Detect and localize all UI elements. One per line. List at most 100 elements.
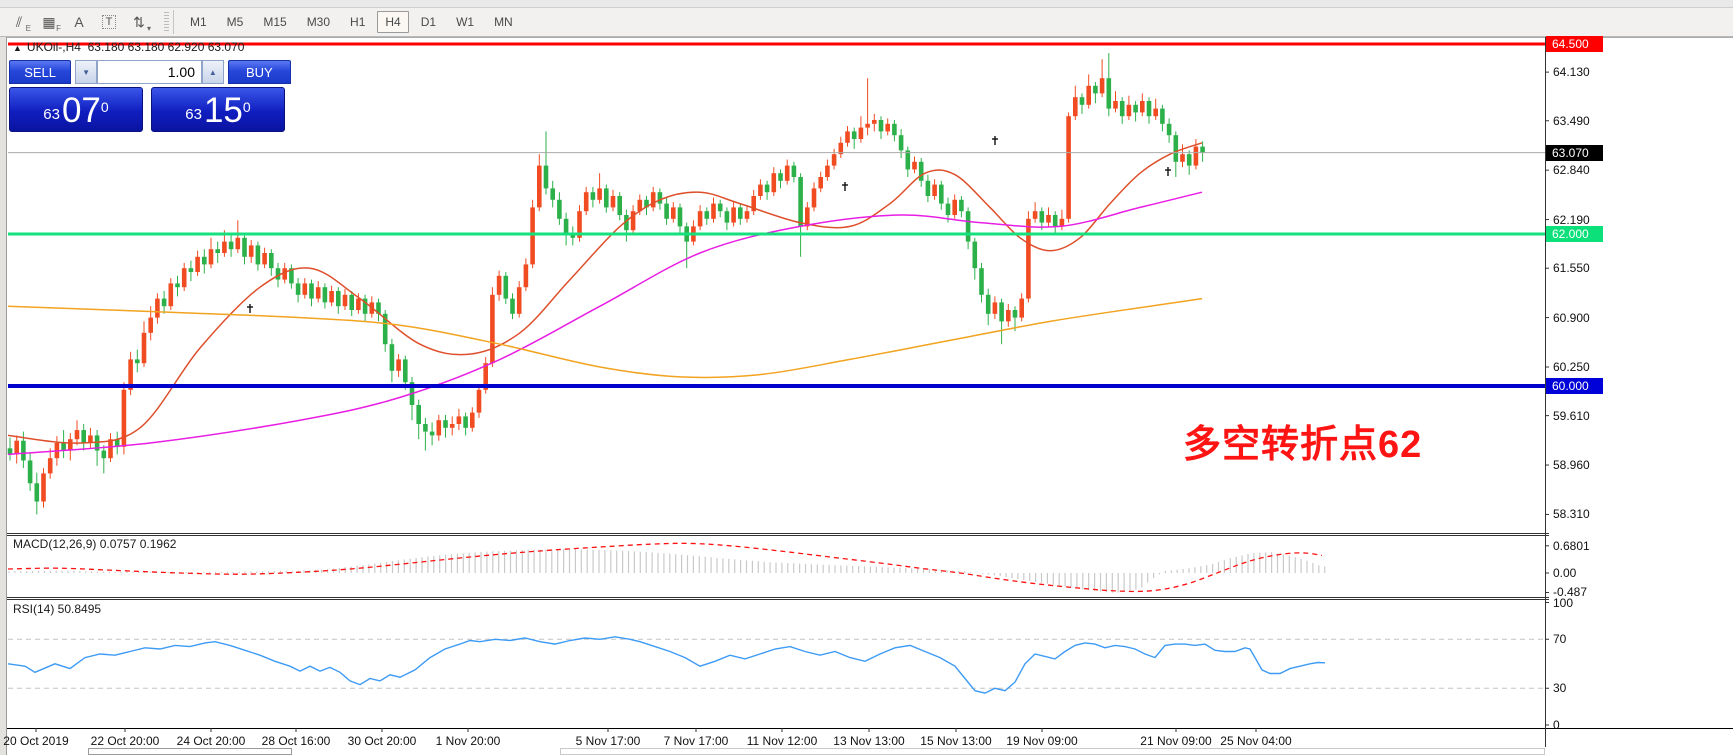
sell-quote-box[interactable]: 63070	[9, 87, 143, 132]
timeframe-button-d1[interactable]: D1	[413, 11, 444, 33]
time-axis-label: 11 Nov 12:00	[747, 734, 818, 748]
candle-body	[1066, 116, 1071, 219]
candle-body	[1187, 154, 1192, 165]
candle-body	[711, 204, 716, 219]
candle-body	[765, 185, 770, 193]
price-axis-label: 60.900	[1553, 311, 1590, 325]
candle-body	[1033, 211, 1038, 219]
candle-body	[75, 430, 80, 439]
buy-quote-box[interactable]: 63150	[151, 87, 285, 132]
candle-body	[671, 207, 676, 218]
candle-body	[517, 287, 522, 314]
candle-body	[999, 302, 1004, 321]
candle-body	[865, 124, 870, 128]
time-axis-label: 20 Oct 2019	[3, 734, 68, 748]
candle-body	[959, 200, 964, 211]
candle-body	[356, 299, 361, 310]
candle-body	[979, 268, 984, 295]
time-axis-label: 13 Nov 13:00	[833, 734, 904, 748]
rsi-axis-label: 70	[1553, 632, 1566, 646]
candle-body	[845, 131, 850, 142]
text-box-icon[interactable]: T	[96, 11, 122, 33]
price-badge-63.070: 63.070	[1546, 145, 1603, 161]
timeframe-button-mn[interactable]: MN	[486, 11, 521, 33]
volume-increase-button[interactable]: ▲	[202, 60, 224, 84]
candle-body	[490, 295, 495, 363]
candle-body	[966, 211, 971, 241]
candle-body	[396, 359, 401, 370]
price-axis-label: 63.490	[1553, 114, 1590, 128]
candle-body	[939, 185, 944, 204]
candle-body	[952, 200, 957, 215]
candle-body	[1086, 86, 1091, 105]
candle-body	[557, 200, 562, 219]
buy-price-pips: 15	[204, 93, 243, 128]
timeframe-button-m30[interactable]: M30	[299, 11, 338, 33]
candle-body	[530, 207, 535, 264]
candle-body	[651, 192, 656, 207]
candle-body	[617, 196, 622, 215]
candle-body	[269, 253, 274, 268]
price-axis-label: 58.310	[1553, 507, 1590, 521]
candle-body	[745, 211, 750, 219]
candle-body	[1174, 135, 1179, 162]
candle-body	[1040, 211, 1045, 222]
sell-price-point: 0	[101, 92, 109, 122]
line-studies-icon[interactable]: ⫽E	[6, 11, 32, 33]
candle-body	[202, 257, 207, 265]
time-axis-label: 5 Nov 17:00	[576, 734, 641, 748]
candle-body	[296, 283, 301, 294]
candle-body	[504, 276, 509, 299]
toolbar-drag-handle[interactable]	[164, 12, 169, 32]
candle-body	[973, 242, 978, 269]
main-toolbar: ⫽E▦FAT⇅▾ M1M5M15M30H1H4D1W1MN	[0, 8, 1733, 37]
timeframe-button-w1[interactable]: W1	[448, 11, 482, 33]
timeframe-button-h1[interactable]: H1	[342, 11, 373, 33]
candle-body	[1140, 101, 1145, 112]
candle-body	[912, 162, 917, 170]
candle-body	[537, 166, 542, 208]
candle-body	[1026, 219, 1031, 299]
candle-body	[892, 124, 897, 135]
sort-arrows-icon[interactable]: ⇅▾	[126, 11, 152, 33]
timeframe-button-m1[interactable]: M1	[182, 11, 215, 33]
sell-button[interactable]: SELL	[9, 60, 71, 84]
candle-body	[336, 291, 341, 306]
mt4-terminal-window: ⫽E▦FAT⇅▾ M1M5M15M30H1H4D1W1MN ▲UKOil-,H4…	[0, 0, 1733, 755]
candle-body	[1073, 97, 1078, 116]
text-label-icon[interactable]: A	[66, 11, 92, 33]
candle-body	[430, 432, 435, 436]
volume-input[interactable]	[97, 60, 202, 84]
rsi-axis-label: 0	[1553, 718, 1560, 732]
timeframe-button-h4[interactable]: H4	[377, 11, 408, 33]
candle-body	[108, 439, 113, 458]
price-axis-label: 62.840	[1553, 163, 1590, 177]
candle-body	[423, 424, 428, 432]
horizontal-scrollbar-track[interactable]	[560, 748, 1545, 755]
candle-body	[1053, 215, 1058, 226]
candle-body	[785, 166, 790, 181]
macd-axis-label: 0.00	[1553, 566, 1576, 580]
candle-body	[162, 299, 167, 307]
time-axis-label: 25 Nov 04:00	[1220, 734, 1291, 748]
buy-button[interactable]: BUY	[228, 60, 291, 84]
candle-body	[1006, 310, 1011, 321]
grid-icon[interactable]: ▦F	[36, 11, 62, 33]
timeframe-button-m5[interactable]: M5	[219, 11, 252, 33]
candle-body	[584, 192, 589, 211]
candle-body	[678, 207, 683, 226]
candle-body	[329, 291, 334, 302]
candle-body	[316, 287, 321, 298]
candle-body	[68, 439, 73, 450]
horizontal-scrollbar-segment[interactable]	[88, 748, 292, 755]
time-axis-label: 28 Oct 16:00	[262, 734, 331, 748]
volume-decrease-button[interactable]: ▼	[75, 60, 97, 84]
candle-body	[832, 154, 837, 165]
candle-body	[1167, 124, 1172, 135]
candle-body	[403, 359, 408, 382]
collapse-panel-icon[interactable]: ▲	[13, 43, 22, 53]
time-axis-label: 7 Nov 17:00	[664, 734, 729, 748]
candle-body	[899, 135, 904, 150]
timeframe-button-m15[interactable]: M15	[255, 11, 294, 33]
candle-body	[772, 173, 777, 192]
